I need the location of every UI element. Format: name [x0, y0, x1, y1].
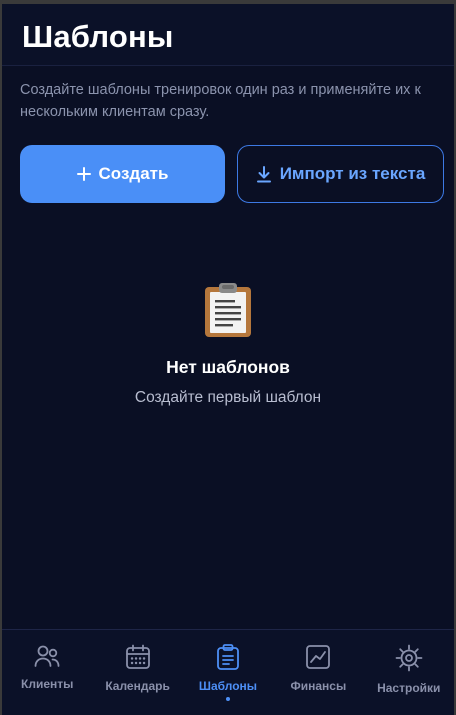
tab-label: Финансы [290, 679, 347, 693]
empty-state: Нет шаблонов Создайте первый шаблон [2, 282, 454, 407]
tab-label: Клиенты [21, 677, 74, 691]
tab-calendar[interactable]: Календарь [93, 644, 183, 715]
tab-clients[interactable]: Клиенты [2, 644, 92, 715]
tab-label: Настройки [377, 681, 441, 695]
create-template-label: Создать [98, 164, 169, 183]
tab-label: Календарь [105, 679, 170, 693]
tab-templates[interactable]: Шаблоны [183, 644, 273, 715]
import-from-text-label: Импорт из текста [279, 164, 426, 183]
empty-state-subtitle: Создайте первый шаблон [134, 389, 322, 406]
page-description: Создайте шаблоны тренировок один раз и п… [20, 82, 421, 120]
chart-icon [305, 644, 331, 670]
clipboard-icon [203, 282, 253, 343]
empty-state-title: Нет шаблонов [166, 357, 290, 377]
app-window: Шаблоны Создайте шаблоны тренировок один… [2, 4, 454, 715]
tab-label: Шаблоны [198, 679, 258, 693]
tab-settings[interactable]: Настройки [364, 644, 454, 715]
header: Шаблоны [2, 4, 454, 66]
plus-icon [76, 167, 91, 181]
tab-finance[interactable]: Финансы [273, 644, 363, 715]
clipboard-icon [216, 644, 240, 670]
bottom-tab-bar: Клиенты Календарь Шаблоны Финансы Настро… [2, 629, 454, 715]
action-bar: Создать Импорт из текста [2, 145, 454, 203]
download-icon [256, 165, 272, 183]
create-template-button[interactable]: Создать [20, 145, 225, 203]
import-from-text-button[interactable]: Импорт из текста [237, 145, 444, 203]
users-icon [34, 644, 60, 668]
calendar-icon [125, 644, 151, 670]
active-tab-indicator [225, 697, 230, 701]
gear-icon [395, 644, 423, 672]
page-title: Шаблоны [22, 19, 174, 54]
